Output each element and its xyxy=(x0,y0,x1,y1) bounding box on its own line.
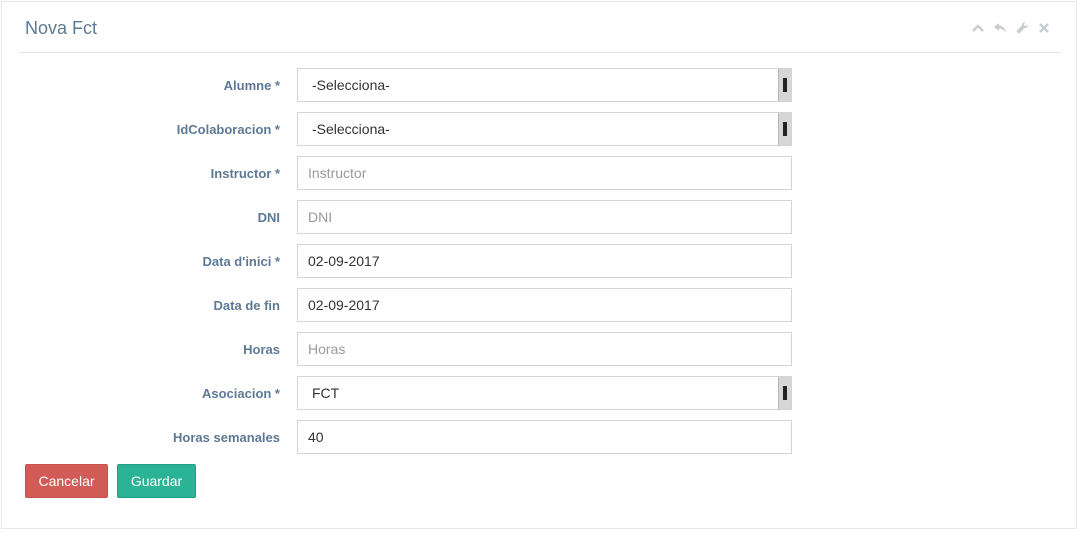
cancel-button[interactable]: Cancelar xyxy=(25,464,108,498)
data-inici-label: Data d'inici * xyxy=(202,254,281,269)
horas-label: Horas xyxy=(243,342,280,357)
data-inici-input[interactable]: 02-09-2017 xyxy=(297,244,792,278)
dni-input[interactable]: DNI xyxy=(297,200,792,234)
asociacion-value: FCT xyxy=(312,385,340,401)
close-icon[interactable] xyxy=(1036,20,1052,36)
horas-row: Horas Horas xyxy=(2,332,1078,366)
reply-icon[interactable] xyxy=(992,20,1008,36)
alumne-row: Alumne * -Selecciona- xyxy=(2,68,1078,102)
panel-toolbar xyxy=(970,20,1052,36)
select-handle-icon[interactable] xyxy=(778,377,791,409)
alumne-select[interactable]: -Selecciona- xyxy=(297,68,792,102)
asociacion-label: Asociacion * xyxy=(201,386,280,401)
horas-semanales-input[interactable]: 40 xyxy=(297,420,792,454)
select-handle-icon[interactable] xyxy=(778,113,791,145)
alumne-label: Alumne * xyxy=(223,78,280,93)
data-fin-label: Data de fin xyxy=(213,298,280,313)
chevron-up-icon[interactable] xyxy=(970,20,986,36)
panel-header: Nova Fct xyxy=(20,2,1060,53)
wrench-icon[interactable] xyxy=(1014,20,1030,36)
select-handle-icon[interactable] xyxy=(778,69,791,101)
dni-row: DNI DNI xyxy=(2,200,1078,234)
data-inici-row: Data d'inici * 02-09-2017 xyxy=(2,244,1078,278)
horas-input[interactable]: Horas xyxy=(297,332,792,366)
idcolaboracion-row: IdColaboracion * -Selecciona- xyxy=(2,112,1078,146)
form-panel: Nova Fct Alumne * -Selecciona- IdColabor… xyxy=(1,1,1077,529)
page-title: Nova Fct xyxy=(25,18,98,38)
horas-semanales-row: Horas semanales 40 xyxy=(2,420,1078,454)
instructor-row: Instructor * Instructor xyxy=(2,156,1078,190)
data-fin-row: Data de fin 02-09-2017 xyxy=(2,288,1078,322)
save-button[interactable]: Guardar xyxy=(117,464,196,498)
instructor-input[interactable]: Instructor xyxy=(297,156,792,190)
alumne-value: -Selecciona- xyxy=(312,77,390,93)
dni-label: DNI xyxy=(257,210,280,225)
idcolaboracion-select[interactable]: -Selecciona- xyxy=(297,112,792,146)
idcolaboracion-value: -Selecciona- xyxy=(312,121,390,137)
horas-semanales-label: Horas semanales xyxy=(173,430,280,445)
idcolaboracion-label: IdColaboracion * xyxy=(176,122,280,137)
asociacion-row: Asociacion * FCT xyxy=(2,376,1078,410)
asociacion-select[interactable]: FCT xyxy=(297,376,792,410)
data-fin-input[interactable]: 02-09-2017 xyxy=(297,288,792,322)
instructor-label: Instructor * xyxy=(210,166,280,181)
